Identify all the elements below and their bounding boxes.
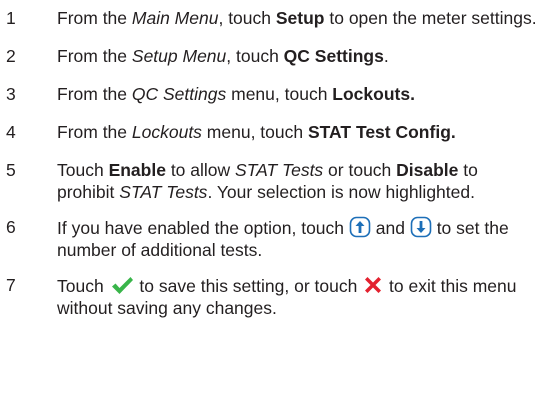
step-text-run: menu, touch xyxy=(226,84,333,104)
term-stat-tests: STAT Tests xyxy=(119,182,208,202)
step-text-run: menu, touch xyxy=(201,122,308,142)
step-7: 7 Touch to save this setting, or touch t… xyxy=(0,274,548,319)
menu-name-qc-settings: QC Settings xyxy=(131,84,227,104)
step-text-run: to open the meter settings. xyxy=(324,8,537,28)
step-text: If you have enabled the option, touch an… xyxy=(57,216,537,261)
button-name-setup: Setup xyxy=(275,8,325,28)
step-number: 5 xyxy=(6,160,16,180)
step-text: From the Lockouts menu, touch STAT Test … xyxy=(57,121,537,143)
step-text: From the QC Settings menu, touch Lockout… xyxy=(57,83,537,105)
step-text-run: If you have enabled the option, touch xyxy=(57,218,349,238)
step-text-run: to save this setting, or touch xyxy=(134,276,363,296)
step-4: 4 From the Lockouts menu, touch STAT Tes… xyxy=(0,121,548,143)
step-text-run: From the xyxy=(57,46,132,66)
step-text-run: Touch xyxy=(57,276,109,296)
step-text-run: . xyxy=(383,46,389,66)
step-number: 3 xyxy=(6,84,16,104)
step-1: 1 From the Main Menu, touch Setup to ope… xyxy=(0,7,548,29)
term-stat-tests: STAT Tests xyxy=(235,160,324,180)
step-text-run: . Your selection is now highlighted. xyxy=(207,182,475,202)
button-name-disable: Disable xyxy=(396,160,459,180)
step-text: Touch Enable to allow STAT Tests or touc… xyxy=(57,159,537,203)
step-number: 1 xyxy=(6,8,16,28)
step-text-run: , touch xyxy=(218,8,276,28)
menu-name-main-menu: Main Menu xyxy=(131,8,219,28)
step-2: 2 From the Setup Menu, touch QC Settings… xyxy=(0,45,548,67)
button-name-qc-settings: QC Settings xyxy=(283,46,384,66)
step-text-run: Touch xyxy=(57,160,109,180)
step-3: 3 From the QC Settings menu, touch Locko… xyxy=(0,83,548,105)
button-name-stat-test-config: STAT Test Config. xyxy=(307,122,456,142)
button-name-lockouts: Lockouts. xyxy=(332,84,415,104)
step-text-run: , touch xyxy=(226,46,284,66)
step-text: From the Setup Menu, touch QC Settings. xyxy=(57,45,537,67)
menu-name-setup-menu: Setup Menu xyxy=(131,46,227,66)
step-text: From the Main Menu, touch Setup to open … xyxy=(57,7,537,29)
step-number: 6 xyxy=(6,217,16,237)
button-name-enable: Enable xyxy=(108,160,166,180)
step-text-run: From the xyxy=(57,122,132,142)
step-text-run: to allow xyxy=(165,160,236,180)
menu-name-lockouts: Lockouts xyxy=(131,122,202,142)
x-icon xyxy=(362,274,384,296)
step-6: 6 If you have enabled the option, touch … xyxy=(0,216,548,261)
step-text-run: or touch xyxy=(323,160,397,180)
step-text-run: From the xyxy=(57,84,132,104)
instruction-list: 1 From the Main Menu, touch Setup to ope… xyxy=(0,0,548,404)
step-number: 4 xyxy=(6,122,16,142)
step-number: 2 xyxy=(6,46,16,66)
step-5: 5 Touch Enable to allow STAT Tests or to… xyxy=(0,159,548,203)
step-text-run: and xyxy=(370,218,410,238)
down-arrow-icon xyxy=(410,216,432,238)
step-number: 7 xyxy=(6,275,16,295)
step-text: Touch to save this setting, or touch to … xyxy=(57,274,537,319)
up-arrow-icon xyxy=(349,216,371,238)
checkmark-icon xyxy=(109,274,135,296)
step-text-run: From the xyxy=(57,8,132,28)
